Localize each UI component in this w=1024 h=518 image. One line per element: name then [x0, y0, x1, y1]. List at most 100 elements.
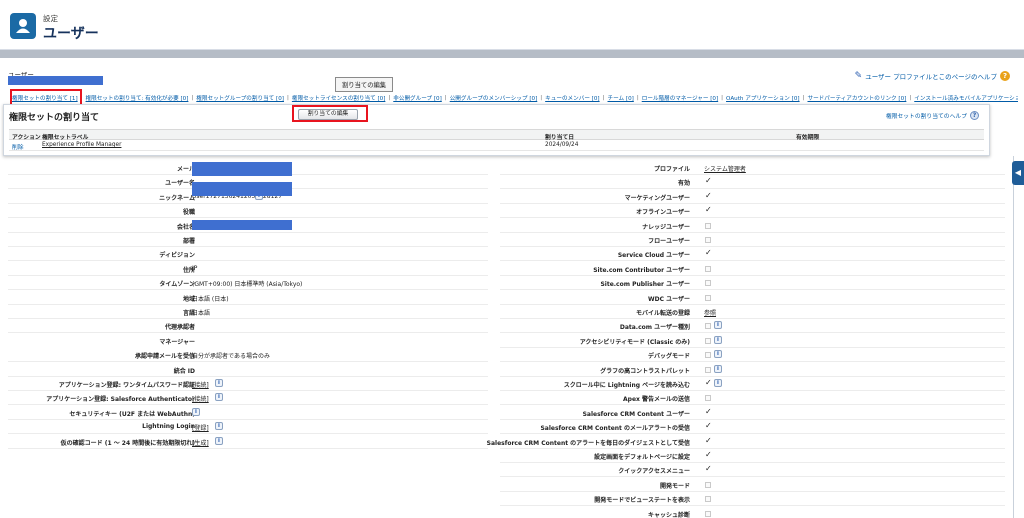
info-icon[interactable]: i [714, 350, 722, 359]
row-divider [8, 289, 488, 291]
info-icon[interactable]: i [714, 379, 722, 387]
permset-assignments-panel: 権限セットの割り当て 割り当ての編集 権限セットの割り当てのヘルプ ? アクショ… [3, 104, 990, 156]
checkmark-icon: ✓ [705, 406, 712, 416]
field-label: アクセシビリティモード (Classic のみ) [579, 338, 690, 346]
row-divider [500, 418, 1005, 420]
permset-help-link[interactable]: 権限セットの割り当てのヘルプ ? [886, 111, 979, 120]
profile-help-icon: ✎ [854, 71, 863, 81]
info-icon[interactable]: i [215, 422, 223, 431]
info-icon[interactable]: i [714, 364, 722, 373]
row-divider [8, 217, 488, 219]
help-icon[interactable]: ? [970, 111, 979, 120]
row-divider [8, 361, 488, 363]
row-divider [500, 274, 1005, 276]
row-divider [8, 375, 488, 377]
checkmark-icon: ✓ [705, 176, 712, 186]
field-label: 代理承認者 [164, 324, 195, 332]
field-label: 役職 [182, 209, 195, 217]
row-divider [8, 274, 488, 276]
related-link-queue-members[interactable]: キューのメンバー [0] [545, 94, 599, 102]
field-label: 開発モードでビューステートを表示 [594, 497, 690, 505]
field-value-link[interactable]: システム管理者 [704, 164, 746, 173]
unchecked-box [705, 294, 711, 301]
info-icon[interactable]: i [215, 379, 223, 387]
related-link-private-groups[interactable]: 非公開グループ [0] [393, 94, 442, 102]
help-question-icon[interactable]: ? [1000, 71, 1010, 81]
related-link-public-groups[interactable]: 公開グループのメンバーシップ [0] [450, 94, 538, 102]
edit-tooltip: 割り当ての編集 [335, 77, 394, 92]
row-divider [8, 303, 488, 305]
field-value[interactable]: [生成] [192, 438, 209, 447]
field-value[interactable]: [登録] [192, 423, 209, 432]
field-label: フローユーザー [648, 238, 690, 245]
related-link-oauth-apps[interactable]: OAuth アプリケーション [0] [726, 94, 800, 102]
info-icon[interactable]: i [215, 393, 223, 402]
row-divider [500, 246, 1005, 247]
field-label: Apex 警告メールの送信 [623, 396, 690, 404]
related-link-permset-activation[interactable]: 権限セットの割り当て: 有効化が必要 [0] [86, 94, 189, 102]
collapse-sidebar-icon[interactable]: ◀ [1012, 161, 1024, 185]
field-value[interactable]: [接続] [192, 380, 209, 389]
field-value[interactable]: [接続] [192, 394, 209, 403]
info-icon[interactable]: i [714, 321, 722, 330]
field-label: Lightning Login [142, 423, 195, 431]
field-value-link[interactable]: 参照 [704, 308, 716, 317]
field-label: Salesforce CRM Content のメールアラートの受信 [540, 425, 690, 433]
permset-label-link[interactable]: Experience Profile Manager [42, 142, 121, 148]
unchecked-box [705, 280, 711, 287]
row-divider [500, 462, 1005, 463]
checkmark-icon: ✓ [705, 421, 712, 431]
field-label: WDC ユーザー [648, 295, 690, 303]
row-divider [8, 418, 488, 420]
related-link-permset-licenses[interactable]: 権限セットライセンスの割り当て [0] [292, 94, 386, 102]
info-icon[interactable]: i [215, 436, 223, 445]
redacted-field-value [192, 219, 292, 230]
field-label: アプリケーション登録: ワンタイムパスワード認証 [58, 382, 195, 389]
row-divider [500, 505, 1005, 507]
field-label: Salesforce CRM Content ユーザー [582, 410, 690, 418]
field-label: プロファイル [653, 166, 690, 173]
checkmark-icon: ✓ [705, 450, 712, 459]
row-divider [500, 303, 1005, 305]
redacted-user-name [8, 76, 103, 85]
field-label: 部署 [182, 238, 195, 245]
info-icon[interactable]: i [192, 407, 200, 416]
field-label: クイックアクセスメニュー [618, 468, 690, 476]
checkmark-icon: ✓ [705, 464, 712, 474]
row-divider [8, 447, 488, 449]
field-label: Salesforce CRM Content のアラートを毎日のダイジェストとし… [486, 439, 690, 447]
info-icon[interactable]: i [714, 335, 722, 344]
row-divider [500, 490, 1005, 492]
checkmark-icon: ✓ [705, 248, 712, 258]
checkmark-icon: ✓ [705, 205, 712, 215]
page-title: ユーザー [43, 26, 99, 42]
unchecked-box [705, 265, 711, 272]
field-label: メール [176, 166, 195, 173]
user-profile-help-link[interactable]: ✎ ユーザー プロファイルとこのページのヘルプ ? [855, 71, 1010, 81]
sidebar-divider [1013, 156, 1014, 518]
field-label: マネージャー [159, 338, 195, 346]
field-label: 有効 [677, 180, 690, 188]
field-label: セキュリティキー (U2F または WebAuthn) [69, 410, 195, 418]
related-link-teams[interactable]: チーム [0] [608, 94, 634, 102]
field-label: タイムゾーン [159, 281, 195, 289]
related-link-third-party-accounts[interactable]: サードパーティアカウントのリンク [0] [807, 94, 906, 102]
field-label: ユーザー名 [165, 180, 195, 188]
delete-link[interactable]: 削除 [12, 142, 24, 151]
field-label: ニックネーム [159, 194, 195, 202]
unchecked-box [705, 323, 711, 330]
unchecked-box [705, 481, 711, 488]
row-divider [500, 447, 1005, 449]
row-divider [500, 404, 1005, 406]
field-label: 設定画面をデフォルトページに設定 [594, 454, 690, 461]
highlight-edit-button [292, 105, 368, 122]
field-label: スクロール中に Lightning ページを読み込む [563, 382, 690, 389]
unchecked-box [705, 237, 711, 243]
redacted-field-value [192, 182, 292, 197]
row-divider [500, 202, 1005, 204]
row-divider [500, 433, 1005, 435]
field-label: Data.com ユーザー種別 [619, 324, 690, 332]
related-link-role-managers[interactable]: ロール階層のマネージャー [0] [642, 94, 718, 102]
related-link-mobile-apps[interactable]: インストール済みモバイルアプリケーション [0] [914, 94, 1018, 102]
related-link-permset-groups[interactable]: 権限セットグループの割り当て [0] [196, 94, 284, 102]
